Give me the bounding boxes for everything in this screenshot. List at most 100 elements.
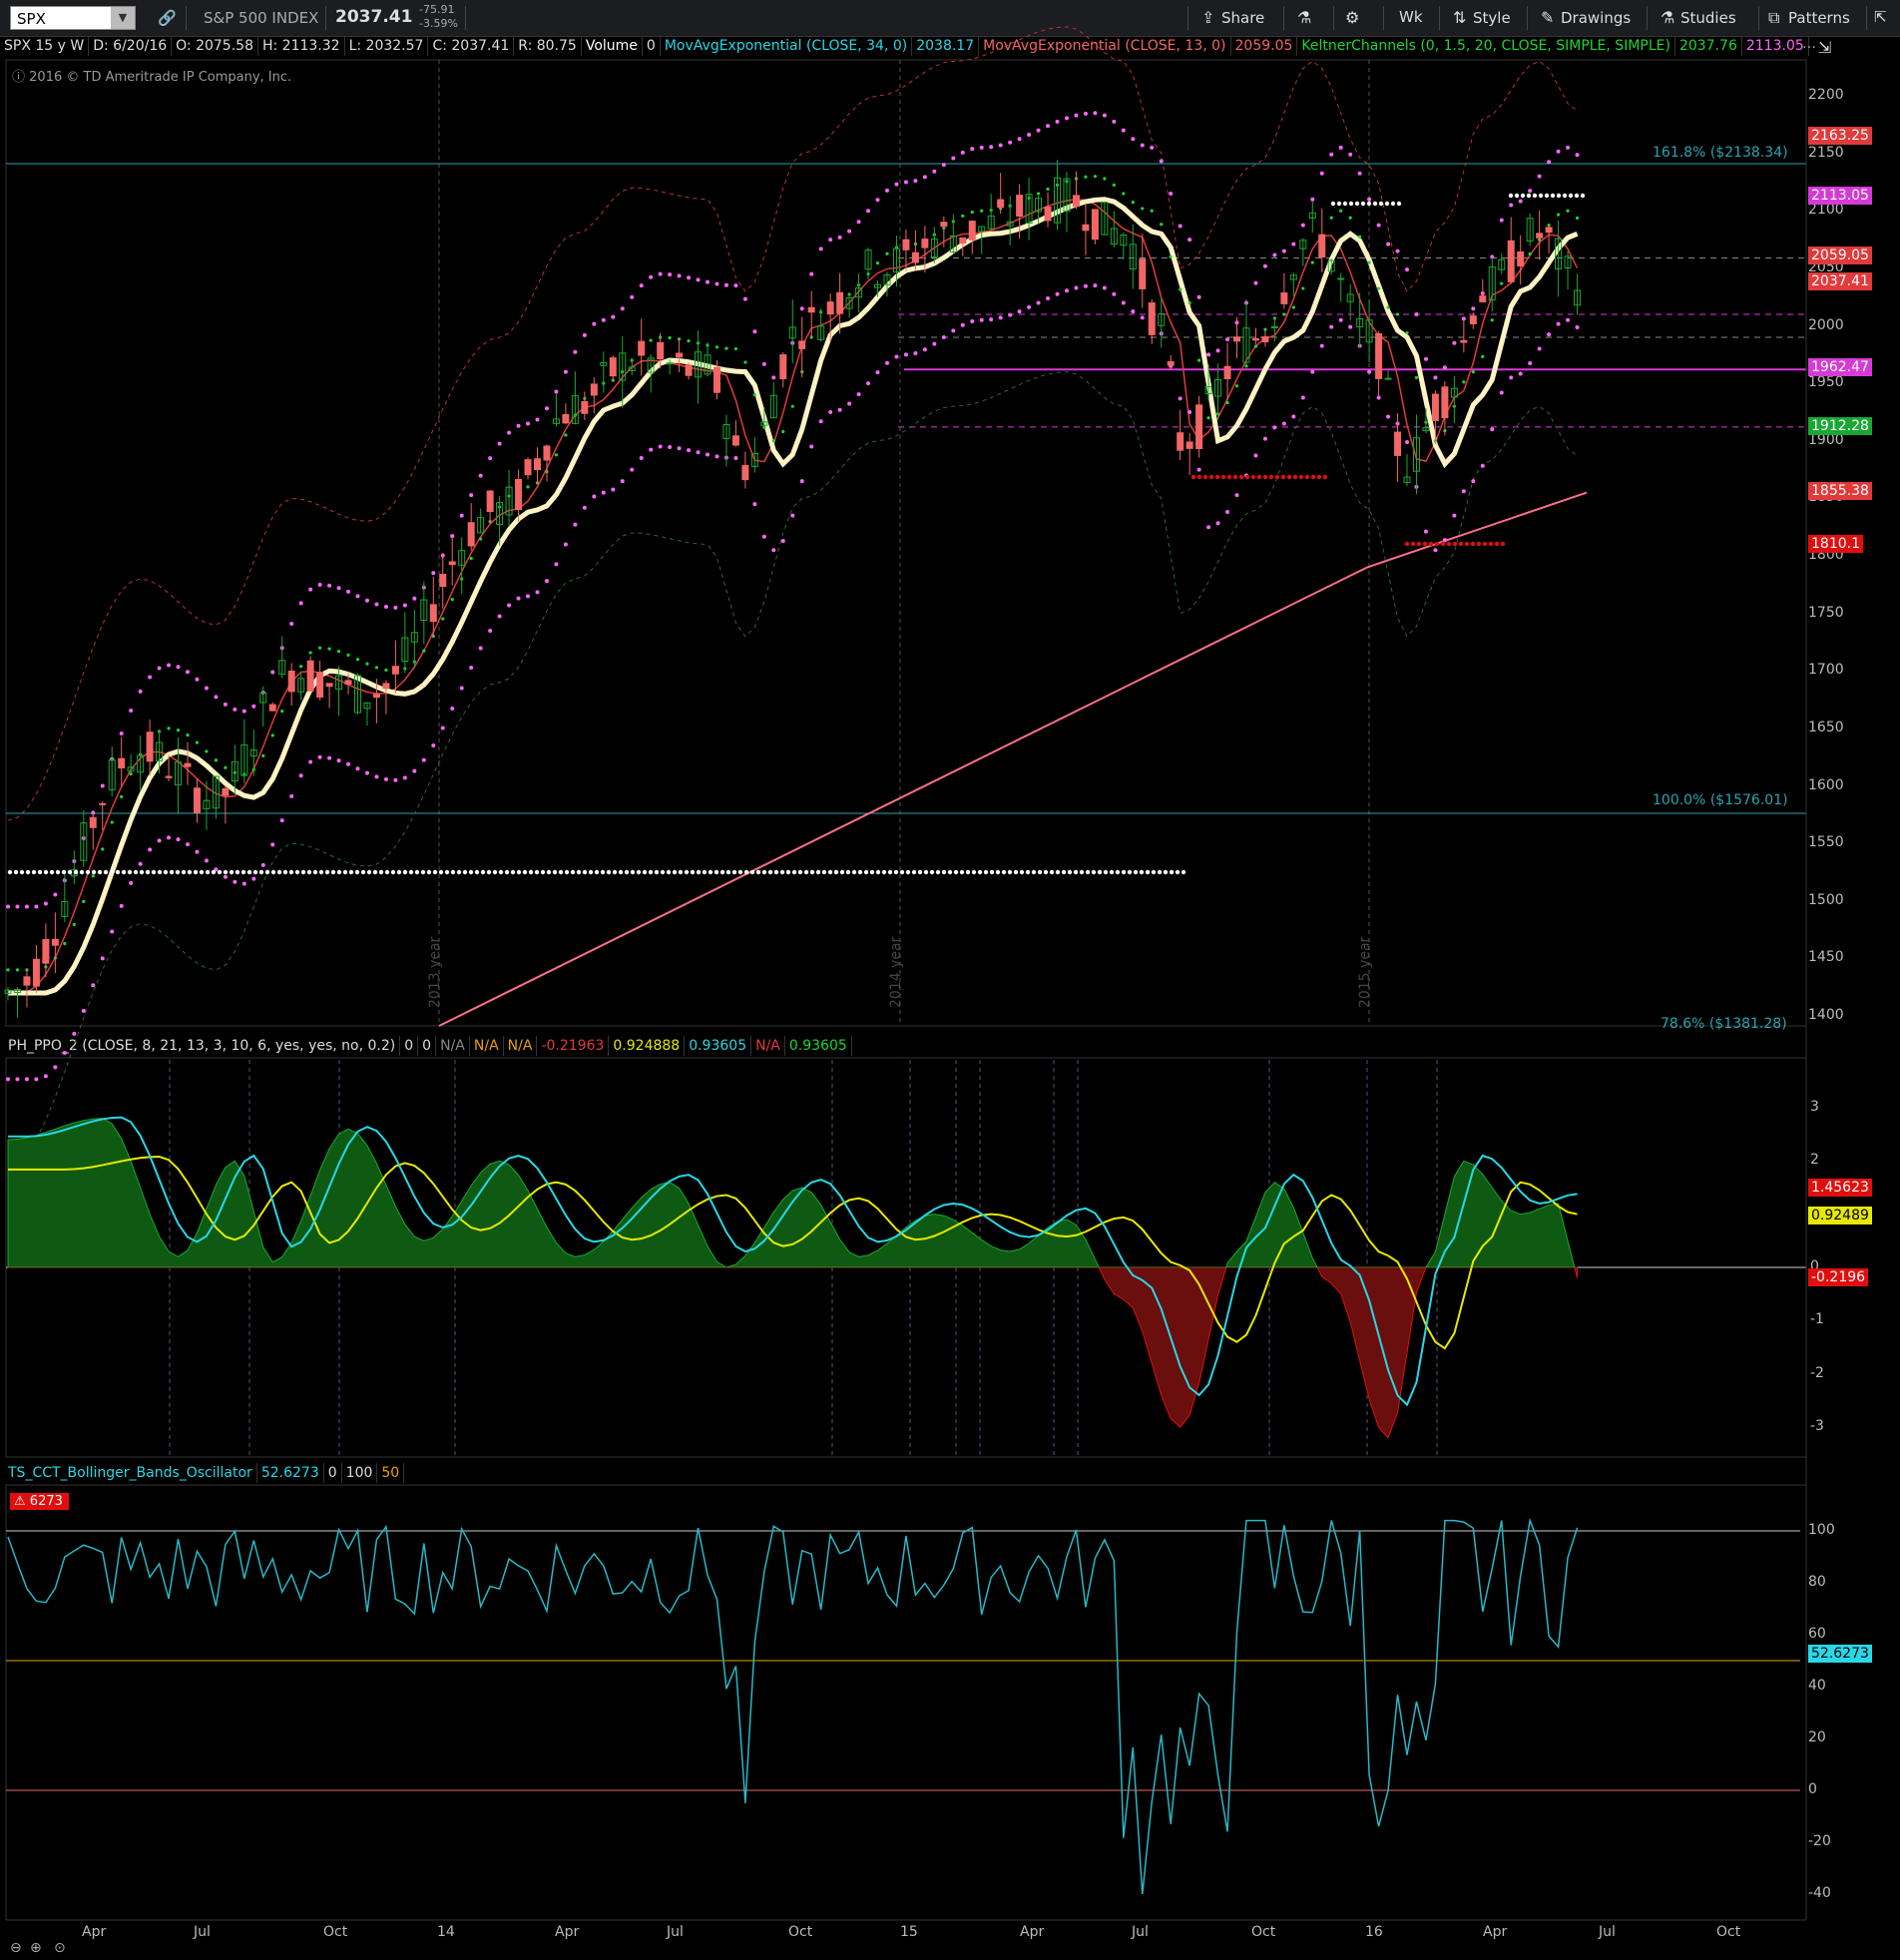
keltner-lower-dot	[1338, 317, 1343, 322]
support-dot	[582, 869, 588, 875]
candle-body	[1082, 224, 1090, 232]
support-dot	[989, 869, 995, 875]
ppo-plot	[6, 1060, 1806, 1455]
chart-canvas[interactable]	[0, 0, 1900, 1960]
fib-100-label: 100.0% ($1576.01)	[1653, 792, 1788, 808]
keltner-upper-dot	[119, 731, 124, 735]
keltner-lower-dot	[1281, 421, 1286, 426]
candle-body	[712, 366, 720, 393]
support-dot	[534, 869, 540, 875]
date-tick-label: Apr	[1020, 1924, 1045, 1940]
candle-body	[344, 680, 352, 686]
keltner-upper-dot	[185, 670, 190, 675]
keltner-mid-dot	[1197, 358, 1201, 362]
candle-body	[1536, 233, 1544, 239]
support-dot	[1115, 869, 1121, 875]
support-dot	[929, 869, 935, 875]
low-dot	[1316, 474, 1322, 480]
keltner-upper-dot	[677, 273, 682, 278]
keltner-lower-dot	[894, 354, 899, 359]
keltner-upper-dot	[592, 321, 597, 326]
support-dot	[450, 869, 456, 875]
support-dot	[839, 869, 845, 875]
zoom-out-icon[interactable]: ⊖	[10, 1940, 22, 1956]
keltner-lower-dot	[6, 1077, 10, 1082]
keltner-upper-dot	[1556, 149, 1561, 154]
keltner-upper-dot	[1405, 267, 1410, 272]
date-tick-label: Jul	[667, 1924, 684, 1940]
keltner-lower-dot	[355, 766, 360, 771]
support-dot	[941, 869, 947, 875]
candle-body	[581, 400, 589, 414]
keltner-upper-dot	[1036, 128, 1041, 133]
bb-tick-label: 20	[1808, 1729, 1826, 1745]
candle-body	[685, 364, 693, 376]
date-tick-label: 16	[1365, 1924, 1383, 1940]
support-dot	[881, 869, 887, 875]
keltner-lower-dot	[279, 818, 284, 823]
candle-body	[32, 958, 40, 987]
candle-body	[1072, 195, 1080, 208]
keltner-upper-dot	[913, 179, 918, 184]
keltner-upper-dot	[696, 277, 701, 282]
keltner-lower-dot	[327, 755, 332, 760]
price-tag: 2163.25	[1808, 127, 1872, 145]
keltner-upper-dot	[34, 904, 39, 909]
support-dot	[288, 869, 294, 875]
support-dot	[1097, 869, 1103, 875]
support-dot	[127, 869, 133, 875]
keltner-upper-dot	[167, 663, 172, 668]
support-dot	[851, 869, 857, 875]
low-dot	[1500, 541, 1506, 547]
low-dot	[1274, 474, 1280, 480]
keltner-lower-dot	[110, 929, 115, 934]
date-tick-label: Oct	[1251, 1924, 1276, 1940]
candle-body	[676, 352, 684, 358]
keltner-upper-dot	[24, 904, 29, 909]
support-dot	[1157, 869, 1163, 875]
keltner-lower-dot	[317, 754, 322, 759]
ppo-tick-label: -2	[1810, 1364, 1824, 1381]
keltner-lower-dot	[582, 505, 587, 510]
price-tick-label: 1550	[1808, 834, 1844, 851]
price-tick-label: 1500	[1808, 891, 1844, 908]
keltner-mid-dot	[1093, 175, 1098, 179]
keltner-lower-dot	[1319, 343, 1324, 348]
keltner-mid-dot	[1141, 207, 1145, 211]
zoom-fit-icon[interactable]: ⊙	[54, 1940, 66, 1956]
support-dot	[103, 869, 109, 875]
support-dot	[875, 869, 881, 875]
support-dot	[618, 869, 624, 875]
support-dot	[797, 869, 803, 875]
keltner-mid-dot	[1358, 235, 1362, 239]
keltner-mid-dot	[346, 653, 350, 657]
support-dot	[869, 869, 875, 875]
candle-body	[1545, 227, 1553, 234]
support-dot	[540, 869, 546, 875]
keltner-lower-dot	[53, 1065, 58, 1070]
keltner-mid-dot	[1206, 416, 1210, 420]
keltner-upper-dot	[611, 314, 616, 319]
bb-tag: 52.6273	[1808, 1645, 1872, 1664]
candle-body	[1337, 277, 1345, 280]
keltner-mid-dot	[6, 968, 10, 972]
keltner-lower-dot	[563, 542, 568, 547]
support-dot	[498, 869, 504, 875]
zoom-in-icon[interactable]: ⊕	[30, 1940, 42, 1956]
keltner-lower-dot	[450, 707, 455, 712]
support-dot	[378, 869, 384, 875]
keltner-lower-dot	[856, 392, 861, 397]
support-dot	[396, 869, 402, 875]
support-dot	[564, 869, 570, 875]
candle-body	[1251, 337, 1259, 341]
support-dot	[624, 869, 630, 875]
keltner-lower-dot	[1300, 395, 1305, 400]
candle-body	[1177, 432, 1185, 451]
keltner-lower-dot	[1490, 427, 1495, 432]
keltner-mid-dot	[384, 668, 388, 672]
support-dot	[1001, 869, 1007, 875]
support-dot	[504, 869, 510, 875]
candle-body	[1195, 404, 1203, 450]
low-dot	[1310, 474, 1316, 480]
keltner-upper-dot	[15, 904, 20, 909]
